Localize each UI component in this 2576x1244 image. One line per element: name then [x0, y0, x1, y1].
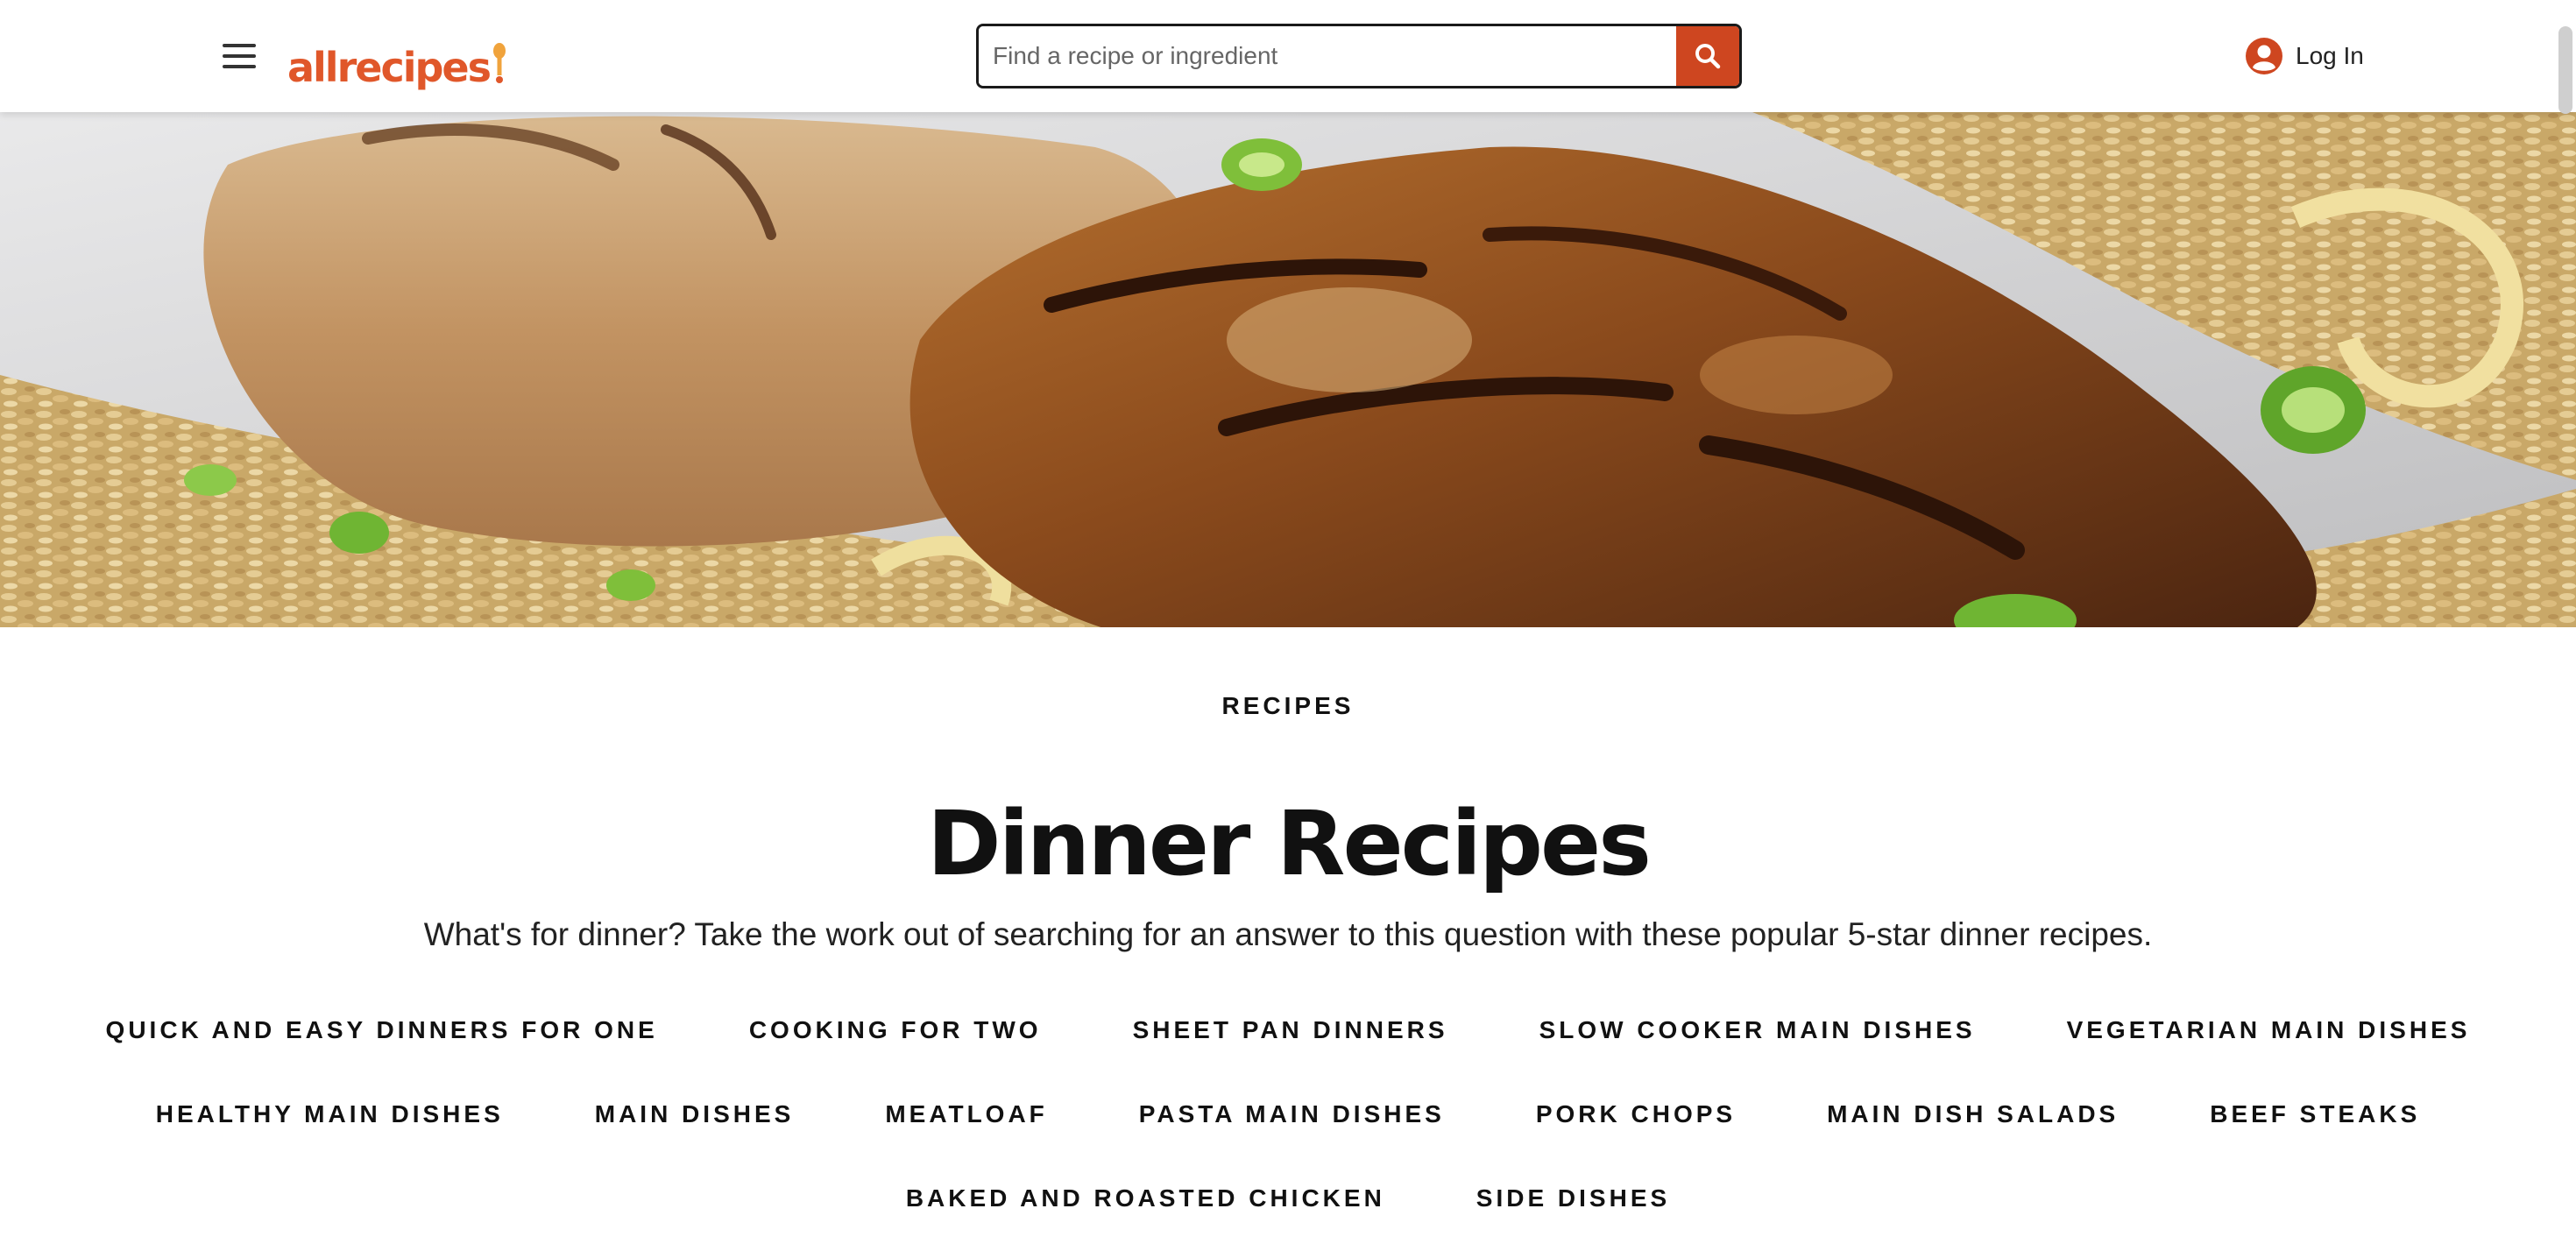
page-scrollbar[interactable]: [2558, 26, 2572, 114]
taxonomy-link-sheet-pan-dinners[interactable]: SHEET PAN DINNERS: [1133, 1016, 1448, 1044]
menu-icon-bar: [223, 54, 256, 58]
site-logo[interactable]: allrecipes: [287, 26, 507, 88]
taxonomy-link-vegetarian-main-dishes[interactable]: VEGETARIAN MAIN DISHES: [2067, 1016, 2471, 1044]
taxonomy-link-main-dish-salads[interactable]: MAIN DISH SALADS: [1827, 1100, 2119, 1128]
menu-button[interactable]: [221, 40, 259, 72]
account-icon: [2246, 38, 2282, 74]
taxonomy-row-3: BAKED AND ROASTED CHICKEN SIDE DISHES: [0, 1184, 2576, 1212]
taxonomy-link-pasta-main-dishes[interactable]: PASTA MAIN DISHES: [1139, 1100, 1445, 1128]
taxonomy-link-cooking-for-two[interactable]: COOKING FOR TWO: [749, 1016, 1042, 1044]
taxonomy-link-beef-steaks[interactable]: BEEF STEAKS: [2210, 1100, 2420, 1128]
taxonomy-link-side-dishes[interactable]: SIDE DISHES: [1476, 1184, 1670, 1212]
page-description: What's for dinner? Take the work out of …: [423, 916, 2153, 952]
taxonomy-row-2: HEALTHY MAIN DISHES MAIN DISHES MEATLOAF…: [0, 1100, 2576, 1128]
menu-icon-bar: [223, 44, 256, 47]
taxonomy-link-pork-chops[interactable]: PORK CHOPS: [1536, 1100, 1736, 1128]
taxonomy-link-slow-cooker-main-dishes[interactable]: SLOW COOKER MAIN DISHES: [1539, 1016, 1976, 1044]
taxonomy-link-main-dishes[interactable]: MAIN DISHES: [595, 1100, 795, 1128]
breadcrumb-recipes[interactable]: RECIPES: [0, 692, 2576, 720]
page-title: Dinner Recipes: [927, 792, 1652, 896]
search-icon: [1695, 44, 1721, 69]
menu-icon-bar: [223, 65, 256, 68]
logo-spoon-icon: [493, 43, 506, 83]
logo-text: allrecipes: [287, 44, 492, 91]
site-header: allrecipes Log In: [0, 0, 2576, 112]
hero-food-illustration: [0, 112, 2576, 627]
login-label: Log In: [2296, 42, 2364, 69]
taxonomy-link-healthy-main-dishes[interactable]: HEALTHY MAIN DISHES: [156, 1100, 504, 1128]
hero-image: [0, 112, 2576, 627]
taxonomy-row-1: QUICK AND EASY DINNERS FOR ONE COOKING F…: [0, 1016, 2576, 1044]
taxonomy-link-meatloaf[interactable]: MEATLOAF: [885, 1100, 1047, 1128]
search-input[interactable]: [979, 26, 1676, 86]
search-bar: [976, 24, 1742, 88]
login-link[interactable]: Log In: [2245, 33, 2364, 79]
taxonomy-link-quick-and-easy-dinners-for-one[interactable]: QUICK AND EASY DINNERS FOR ONE: [106, 1016, 658, 1044]
search-button[interactable]: [1676, 26, 1739, 86]
taxonomy-link-baked-and-roasted-chicken[interactable]: BAKED AND ROASTED CHICKEN: [906, 1184, 1385, 1212]
